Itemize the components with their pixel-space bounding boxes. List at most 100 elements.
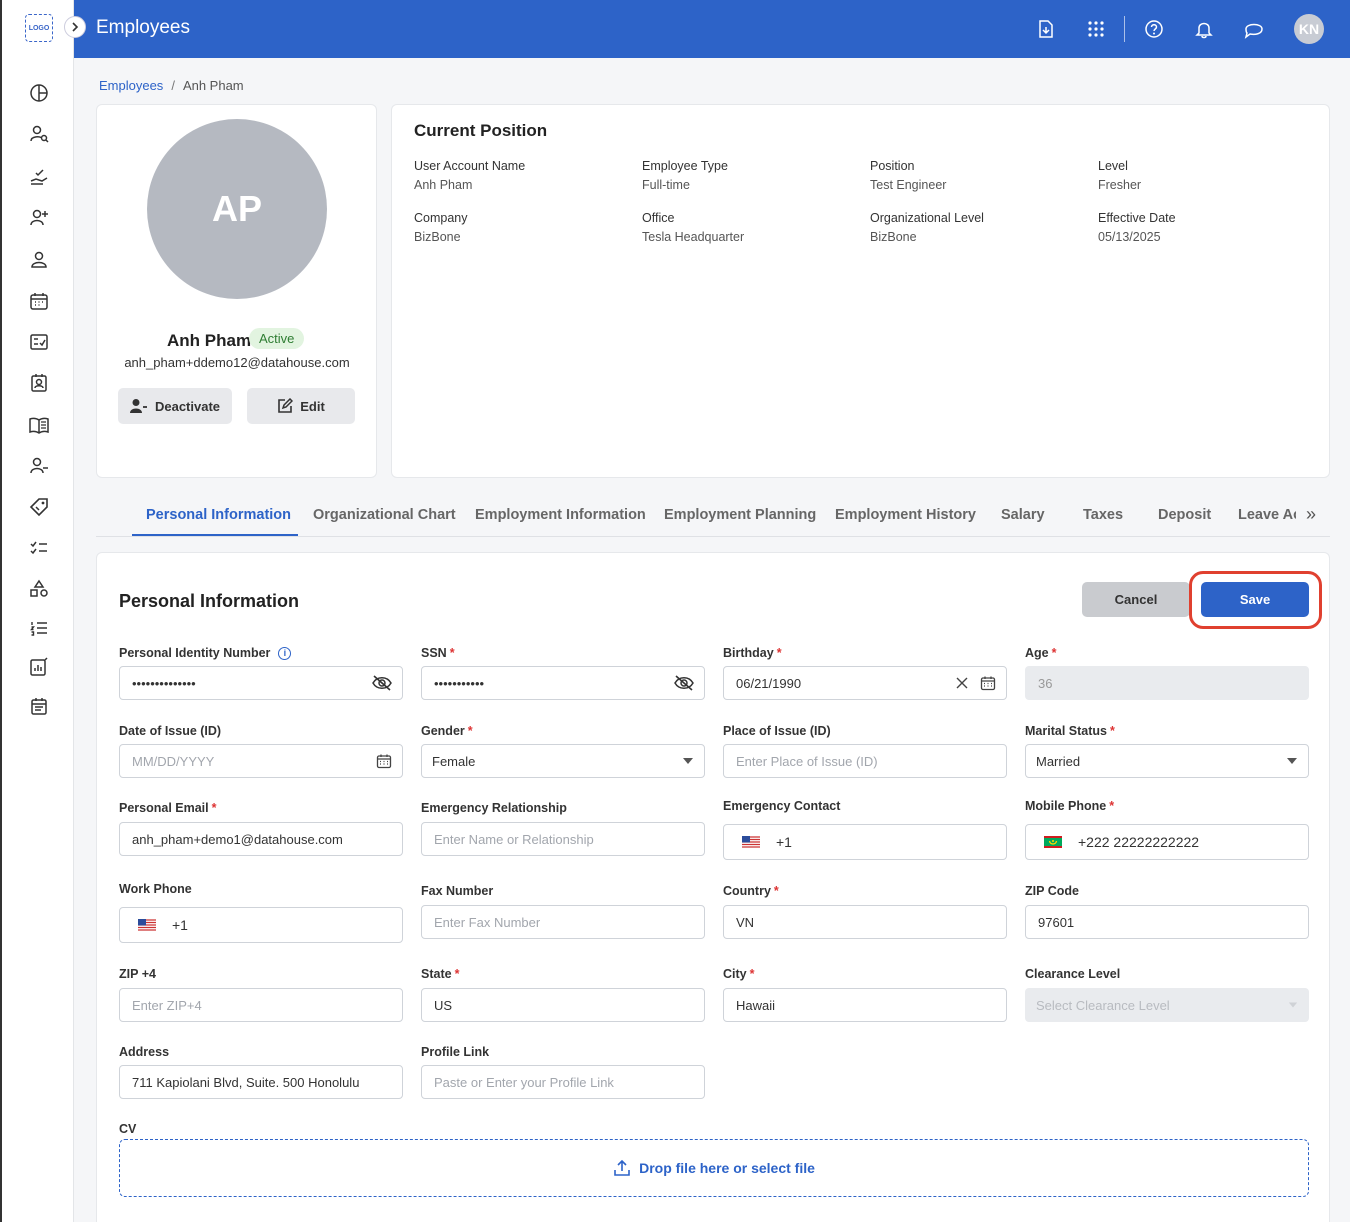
breadcrumb-employees-link[interactable]: Employees bbox=[99, 78, 163, 93]
tab-employment-history[interactable]: Employment History bbox=[835, 507, 976, 523]
sidebar-expand-button[interactable] bbox=[64, 16, 86, 38]
schedule-icon[interactable] bbox=[28, 695, 50, 717]
top-bar: Employees KN bbox=[74, 0, 1350, 58]
calendar-icon[interactable] bbox=[980, 675, 996, 691]
cv-dropzone[interactable]: Drop file here or select file bbox=[119, 1139, 1309, 1197]
city-input[interactable]: Hawaii bbox=[723, 988, 1007, 1022]
upload-icon bbox=[614, 1159, 630, 1176]
emergency-contact-label: Emergency Contact bbox=[723, 799, 841, 813]
calendar-icon[interactable] bbox=[28, 290, 50, 312]
emergency-contact-input[interactable]: +1 bbox=[723, 824, 1007, 860]
page-title: Employees bbox=[96, 17, 190, 38]
cancel-button[interactable]: Cancel bbox=[1082, 582, 1190, 617]
info-icon[interactable]: i bbox=[278, 647, 292, 660]
zip-input[interactable]: 97601 bbox=[1025, 905, 1309, 939]
deactivate-button[interactable]: Deactivate bbox=[118, 388, 232, 424]
work-phone-input[interactable]: +1 bbox=[119, 907, 403, 943]
tabs-more-icon[interactable]: » bbox=[1306, 504, 1316, 525]
emergency-relationship-placeholder: Enter Name or Relationship bbox=[434, 831, 594, 847]
user-remove-icon[interactable] bbox=[28, 455, 50, 477]
address-input[interactable]: 711 Kapiolani Blvd, Suite. 500 Honolulu bbox=[119, 1065, 403, 1099]
date-of-issue-field[interactable]: MM/DD/YYYY bbox=[119, 744, 403, 778]
us-flag-icon[interactable] bbox=[138, 919, 156, 931]
user-icon[interactable] bbox=[28, 249, 50, 271]
date-of-issue-placeholder: MM/DD/YYYY bbox=[132, 753, 215, 769]
profile-link-input[interactable]: Paste or Enter your Profile Link bbox=[421, 1065, 705, 1099]
tab-taxes[interactable]: Taxes bbox=[1083, 507, 1123, 523]
position-field-label: User Account Name bbox=[414, 159, 526, 173]
pin-field[interactable]: •••••••••••••• bbox=[119, 666, 403, 700]
us-flag-icon[interactable] bbox=[742, 836, 760, 848]
tab-employment-information[interactable]: Employment Information bbox=[475, 507, 646, 523]
tag-icon[interactable] bbox=[28, 496, 50, 518]
ssn-field[interactable]: ••••••••••• bbox=[421, 666, 705, 700]
place-of-issue-input[interactable]: Enter Place of Issue (ID) bbox=[723, 744, 1007, 778]
age-field: 36 bbox=[1025, 666, 1309, 700]
edit-label: Edit bbox=[300, 398, 325, 414]
state-input[interactable]: US bbox=[421, 988, 705, 1022]
help-icon[interactable] bbox=[1142, 17, 1166, 41]
tab-employment-planning[interactable]: Employment Planning bbox=[664, 507, 816, 523]
tab-personal-information[interactable]: Personal Information bbox=[146, 507, 291, 523]
position-field-value: 05/13/2025 bbox=[1098, 230, 1161, 244]
ordered-list-icon[interactable] bbox=[28, 617, 50, 639]
chat-icon[interactable] bbox=[1242, 17, 1266, 41]
save-button[interactable]: Save bbox=[1201, 582, 1309, 617]
birthday-value: 06/21/1990 bbox=[736, 675, 802, 691]
clearance-level-select: Select Clearance Level bbox=[1025, 988, 1309, 1022]
apps-grid-icon[interactable] bbox=[1084, 17, 1108, 41]
status-badge: Active bbox=[249, 328, 305, 349]
eye-off-icon[interactable] bbox=[674, 675, 694, 691]
birthday-field[interactable]: 06/21/1990 bbox=[723, 666, 1007, 700]
hand-check-icon[interactable] bbox=[28, 166, 50, 188]
tab-leave-accrual[interactable]: Leave Ac bbox=[1238, 507, 1296, 523]
tab-deposit[interactable]: Deposit bbox=[1158, 507, 1211, 523]
shapes-icon[interactable] bbox=[28, 578, 50, 600]
age-value: 36 bbox=[1038, 675, 1053, 691]
bell-icon[interactable] bbox=[1192, 17, 1216, 41]
marital-status-value: Married bbox=[1036, 753, 1081, 769]
position-field-label: Employee Type bbox=[642, 159, 728, 173]
mobile-phone-value: +222 22222222222 bbox=[1078, 834, 1200, 850]
checklist-icon[interactable] bbox=[28, 331, 50, 353]
zip-value: 97601 bbox=[1038, 914, 1075, 930]
country-input[interactable]: VN bbox=[723, 905, 1007, 939]
tab-salary[interactable]: Salary bbox=[1001, 507, 1045, 523]
caret-down-icon bbox=[682, 757, 694, 765]
position-field-value: Anh Pham bbox=[414, 178, 473, 192]
profile-link-label: Profile Link bbox=[421, 1045, 490, 1059]
user-search-icon[interactable] bbox=[28, 123, 50, 145]
edit-button[interactable]: Edit bbox=[247, 388, 355, 424]
task-list-icon[interactable] bbox=[28, 537, 50, 559]
mobile-phone-input[interactable]: +222 22222222222 bbox=[1025, 824, 1309, 860]
mauritania-flag-icon[interactable] bbox=[1044, 836, 1062, 848]
logo: LOGO bbox=[25, 14, 53, 42]
clearance-level-label: Clearance Level bbox=[1025, 967, 1121, 981]
personal-email-input[interactable]: anh_pham+demo1@datahouse.com bbox=[119, 822, 403, 856]
emergency-relationship-label: Emergency Relationship bbox=[421, 801, 567, 815]
eye-off-icon[interactable] bbox=[372, 675, 392, 691]
zip4-input[interactable]: Enter ZIP+4 bbox=[119, 988, 403, 1022]
calendar-icon[interactable] bbox=[376, 753, 392, 769]
ssn-label: SSN * bbox=[421, 646, 455, 660]
dashboard-icon[interactable] bbox=[28, 82, 50, 104]
clear-icon[interactable] bbox=[956, 677, 968, 689]
state-label: State * bbox=[421, 967, 460, 981]
tab-organizational-chart[interactable]: Organizational Chart bbox=[313, 507, 456, 523]
employee-email: anh_pham+ddemo12@datahouse.com bbox=[124, 355, 350, 370]
active-tab-indicator bbox=[132, 534, 298, 536]
user-add-icon[interactable] bbox=[28, 207, 50, 229]
fax-input[interactable]: Enter Fax Number bbox=[421, 905, 705, 939]
personal-email-value: anh_pham+demo1@datahouse.com bbox=[132, 831, 343, 847]
contact-card-icon[interactable] bbox=[28, 372, 50, 394]
personal-email-label: Personal Email * bbox=[119, 801, 217, 815]
position-field-label: Level bbox=[1098, 159, 1128, 173]
report-icon[interactable] bbox=[28, 656, 50, 678]
book-icon[interactable] bbox=[28, 414, 50, 436]
emergency-relationship-input[interactable]: Enter Name or Relationship bbox=[421, 822, 705, 856]
user-avatar[interactable]: KN bbox=[1294, 14, 1324, 44]
download-icon[interactable] bbox=[1034, 17, 1058, 41]
gender-select[interactable]: Female bbox=[421, 744, 705, 778]
marital-status-select[interactable]: Married bbox=[1025, 744, 1309, 778]
section-title: Personal Information bbox=[119, 591, 300, 611]
